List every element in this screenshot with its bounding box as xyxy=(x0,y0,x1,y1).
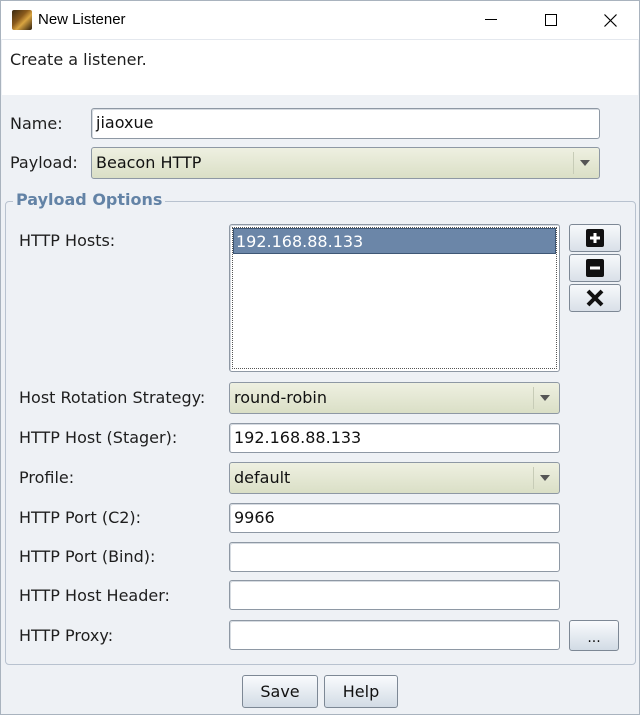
port-bind-label: HTTP Port (Bind): xyxy=(19,547,156,566)
description-banner: Create a listener. xyxy=(2,39,638,95)
payload-options-title: Payload Options xyxy=(13,190,166,209)
profile-value: default xyxy=(234,468,291,487)
http-hosts-list-body: 192.168.88.133 xyxy=(232,227,557,369)
payload-value: Beacon HTTP xyxy=(96,153,202,172)
proxy-label: HTTP Proxy: xyxy=(19,626,114,645)
profile-label: Profile: xyxy=(19,468,75,487)
name-input[interactable]: jiaoxue xyxy=(91,108,600,139)
chevron-down-icon xyxy=(533,387,555,409)
stager-host-input[interactable]: 192.168.88.133 xyxy=(229,423,560,453)
close-icon xyxy=(603,13,617,27)
window-title: New Listener xyxy=(38,11,126,28)
http-hosts-list[interactable]: 192.168.88.133 xyxy=(229,224,560,372)
add-host-button[interactable] xyxy=(569,224,621,252)
chevron-down-icon xyxy=(533,467,555,489)
http-hosts-label: HTTP Hosts: xyxy=(19,231,116,250)
close-button[interactable] xyxy=(587,1,633,39)
stager-host-label: HTTP Host (Stager): xyxy=(19,428,178,447)
remove-host-button[interactable] xyxy=(569,254,621,282)
new-listener-dialog: New Listener Create a listener. Name: ji… xyxy=(0,0,640,715)
save-button[interactable]: Save xyxy=(242,675,318,708)
payload-select[interactable]: Beacon HTTP xyxy=(91,147,600,179)
proxy-input[interactable] xyxy=(229,620,560,650)
chevron-down-icon xyxy=(573,152,595,174)
proxy-settings-button[interactable]: ... xyxy=(569,620,619,651)
help-button[interactable]: Help xyxy=(324,675,398,708)
title-bar: New Listener xyxy=(1,1,639,39)
x-icon xyxy=(586,289,604,307)
port-c2-input[interactable]: 9966 xyxy=(229,503,560,533)
list-item[interactable]: 192.168.88.133 xyxy=(233,228,556,254)
payload-label: Payload: xyxy=(10,153,78,172)
app-icon xyxy=(12,10,32,30)
rotation-select[interactable]: round-robin xyxy=(229,382,560,414)
maximize-button[interactable] xyxy=(528,1,574,39)
minimize-button[interactable] xyxy=(468,1,514,39)
profile-select[interactable]: default xyxy=(229,462,560,494)
plus-icon xyxy=(586,229,604,247)
rotation-label: Host Rotation Strategy: xyxy=(19,388,206,407)
description-text: Create a listener. xyxy=(10,50,147,69)
port-bind-input[interactable] xyxy=(229,542,560,572)
name-label: Name: xyxy=(10,114,63,133)
port-c2-label: HTTP Port (C2): xyxy=(19,508,142,527)
minimize-icon xyxy=(485,19,497,20)
rotation-value: round-robin xyxy=(234,388,327,407)
host-header-label: HTTP Host Header: xyxy=(19,586,170,605)
clear-hosts-button[interactable] xyxy=(569,284,621,312)
maximize-icon xyxy=(545,14,557,26)
minus-icon xyxy=(586,259,604,277)
host-header-input[interactable] xyxy=(229,580,560,610)
